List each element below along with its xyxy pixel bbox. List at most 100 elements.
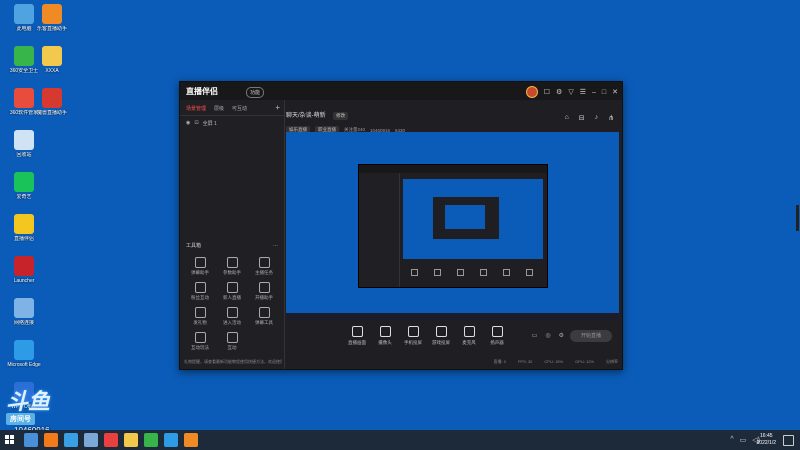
tool-item[interactable]: 发礼物 [184,307,216,326]
maximize-icon[interactable]: □ [602,89,606,96]
network-icon[interactable]: ▭ [740,436,747,444]
tool-icon [258,282,270,293]
desktop-icon-network[interactable]: 网络连接 [6,298,42,326]
lekee-assistant-icon [42,4,62,24]
start-button[interactable] [5,435,15,445]
desktop-icon-lekee-assistant[interactable]: 乐客直播助手 [34,4,70,32]
eye-icon[interactable]: ◉ [186,120,190,127]
control-item[interactable]: 游戏投屏 [426,326,456,346]
clock[interactable]: 16:45 2022/1/2 [757,433,776,447]
edge-app-icon[interactable] [164,433,178,447]
browser-app-icon[interactable] [44,433,58,447]
tool-label: 主播任务 [255,270,273,275]
control-item[interactable]: 扬声器 [482,326,512,346]
live-preview[interactable] [286,132,619,320]
stream-title: 聊天/杂谈-萌新 [286,113,326,119]
room-label: 房间号 [6,413,35,425]
tool-icon [226,332,238,343]
minimize-icon[interactable]: – [592,89,596,96]
tool-icon [226,307,238,318]
logo-badge[interactable]: 功能 [246,87,265,98]
record-icon[interactable]: ▭ [532,332,538,339]
tool-item[interactable]: 互动玩法 [184,332,216,351]
notification-icon[interactable] [783,435,794,446]
tool-item[interactable]: 弹幕助手 [184,257,216,276]
tool-item[interactable]: 开播助手 [248,282,280,301]
desktop-icon-label: 乐客直播助手 [36,26,67,32]
desktop-icon-launcher[interactable]: Launcher [6,256,42,284]
control-label: 摄像头 [378,340,392,345]
chevron-up-icon[interactable]: ^ [730,436,733,444]
desktop-icon-iqiyi[interactable]: 爱奇艺 [6,172,42,200]
desktop-icon-edge[interactable]: Microsoft Edge [6,340,42,368]
desktop-icon-label: 网络连接 [13,320,34,326]
shirt-icon[interactable]: ▽ [568,88,573,96]
mail-app-icon[interactable] [104,433,118,447]
control-label: 扬声器 [490,340,504,345]
status-item: CPU: 15% [544,359,564,364]
close-icon[interactable]: ✕ [612,88,618,96]
tab-interactive[interactable]: 可互动 [232,105,247,112]
tool-item[interactable]: 新人直播 [216,282,248,301]
360-security-icon [14,46,34,66]
message-icon[interactable]: ☐ [544,88,550,96]
iqiyi-icon [14,172,34,192]
tool-icon [194,307,206,318]
search-app-icon[interactable] [24,433,38,447]
tool-icon [258,257,270,268]
control-item[interactable]: 摄像头 [370,326,400,346]
explorer-app-icon[interactable] [124,433,138,447]
status-bar: 直播: 0 FPS: 30 CPU: 15% GPU: 12% 分辨率 [286,359,619,367]
tool-item[interactable]: 主播任务 [248,257,280,276]
clip-icon[interactable]: ◎ [545,332,550,339]
control-icon [491,326,503,337]
desktop-icon-folder-xxxa[interactable]: XXXA [34,46,70,74]
edge-handle [796,205,799,231]
taskbar-apps [24,433,198,447]
control-label: 游戏投屏 [432,340,450,345]
tab-scene[interactable]: 场景管理 [186,105,206,112]
desktop-icon-wow-assistant[interactable]: 魔兽直播助手 [34,88,70,116]
tool-icon [226,257,238,268]
control-label: 手机投屏 [404,340,422,345]
tool-item[interactable]: 参数助手 [216,257,248,276]
scene-panel: 场景管理 层级 可互动 + ◉ ⊡ 全屏 1 工具箱 … 弹幕助手 参数助手 主播任… [180,100,285,369]
skin-icon[interactable]: ☰ [580,88,586,96]
bell-icon[interactable]: ♪ [595,114,599,122]
tool-item[interactable]: 互动 [216,332,248,351]
desktop-icon-label: 爱奇艺 [16,194,32,200]
tool-label: 互动玩法 [191,345,209,350]
this-pc-icon [14,4,34,24]
qq-browser-app-icon[interactable] [64,433,78,447]
gear-icon[interactable]: ⚙ [559,332,564,339]
tool-icon [194,282,206,293]
lock-icon[interactable]: ⊟ [579,114,585,122]
monitor-app-icon[interactable] [84,433,98,447]
control-item[interactable]: 手机投屏 [398,326,428,346]
tab-layer[interactable]: 层级 [214,105,224,112]
settings-icon[interactable]: ⚙ [556,88,562,96]
toolbox-more-button[interactable]: … [273,242,278,249]
scene-item[interactable]: ◉ ⊡ 全屏 1 [180,116,284,131]
control-icon [407,326,419,337]
tool-label: 进入活动 [223,320,241,325]
add-scene-button[interactable]: + [275,103,280,112]
desktop-icon-live-companion[interactable]: 直播伴侣 [6,214,42,242]
tool-item[interactable]: 弹幕工具 [248,307,280,326]
lock-icon[interactable]: ⊡ [194,120,198,127]
control-item[interactable]: 直播画面 [342,326,372,346]
desktop-icon-recycle-bin[interactable]: 回收站 [6,130,42,158]
avatar[interactable] [525,86,538,98]
edit-title-button[interactable]: 修改 [333,112,349,120]
tool-item[interactable]: 进入活动 [216,307,248,326]
edge-icon [14,340,34,360]
live-app-icon[interactable] [184,433,198,447]
go-live-button[interactable]: 开始直播 [570,330,612,342]
share-icon[interactable]: ⋔ [608,114,614,122]
green-app-icon[interactable] [144,433,158,447]
tool-item[interactable]: 粉丝互动 [184,282,216,301]
share-room-icon[interactable]: ⌂ [565,114,569,122]
folder-xxxa-icon [42,46,62,66]
live-companion-window: 直播伴侣 功能 ☐ ⚙ ▽ ☰ – □ ✕ 场景管理 层级 可互动 + ◉ ⊡ … [179,81,623,370]
control-item[interactable]: 麦克风 [454,326,484,346]
